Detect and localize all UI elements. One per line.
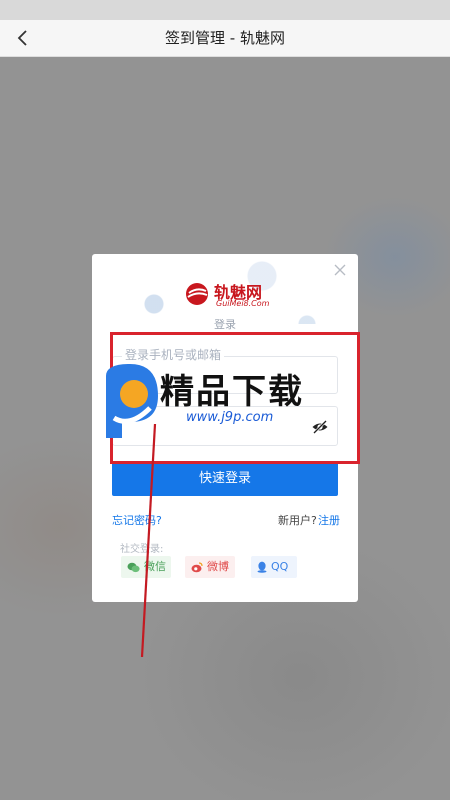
- qq-login-button[interactable]: QQ: [251, 556, 297, 578]
- navigation-bar: 签到管理 - 轨魅网: [0, 20, 450, 57]
- weibo-label: 微博: [207, 560, 229, 573]
- close-icon: [334, 264, 346, 276]
- social-login-label: 社交登录:: [120, 544, 164, 555]
- register-link[interactable]: 注册: [318, 512, 340, 528]
- weibo-login-button[interactable]: 微博: [185, 556, 235, 578]
- status-bar: [0, 0, 450, 20]
- watermark-url: www.j9p.com: [186, 410, 274, 425]
- wechat-label: 微信: [144, 560, 166, 573]
- login-heading: 登录: [214, 318, 236, 331]
- new-user-text: 新用户?: [278, 514, 317, 527]
- wechat-login-button[interactable]: 微信: [121, 556, 171, 578]
- page-title: 签到管理 - 轨魅网: [165, 29, 285, 47]
- watermark-title: 精品下载: [160, 372, 304, 412]
- wechat-icon: [127, 562, 140, 572]
- qq-label: QQ: [271, 560, 289, 573]
- quick-login-button[interactable]: 快速登录: [112, 462, 338, 496]
- logo-subtext: GuiMei8.Com: [216, 299, 270, 308]
- watermark: 精品下载 www.j9p.com: [100, 362, 360, 442]
- qq-icon: [257, 561, 267, 573]
- watermark-logo-icon: [106, 364, 158, 438]
- logo-mark-icon: [186, 283, 208, 305]
- site-logo: 轨魅网 GuiMei8.Com: [184, 279, 269, 309]
- close-button[interactable]: [332, 262, 348, 278]
- weibo-icon: [191, 561, 203, 572]
- forgot-password-link[interactable]: 忘记密码?: [112, 512, 162, 528]
